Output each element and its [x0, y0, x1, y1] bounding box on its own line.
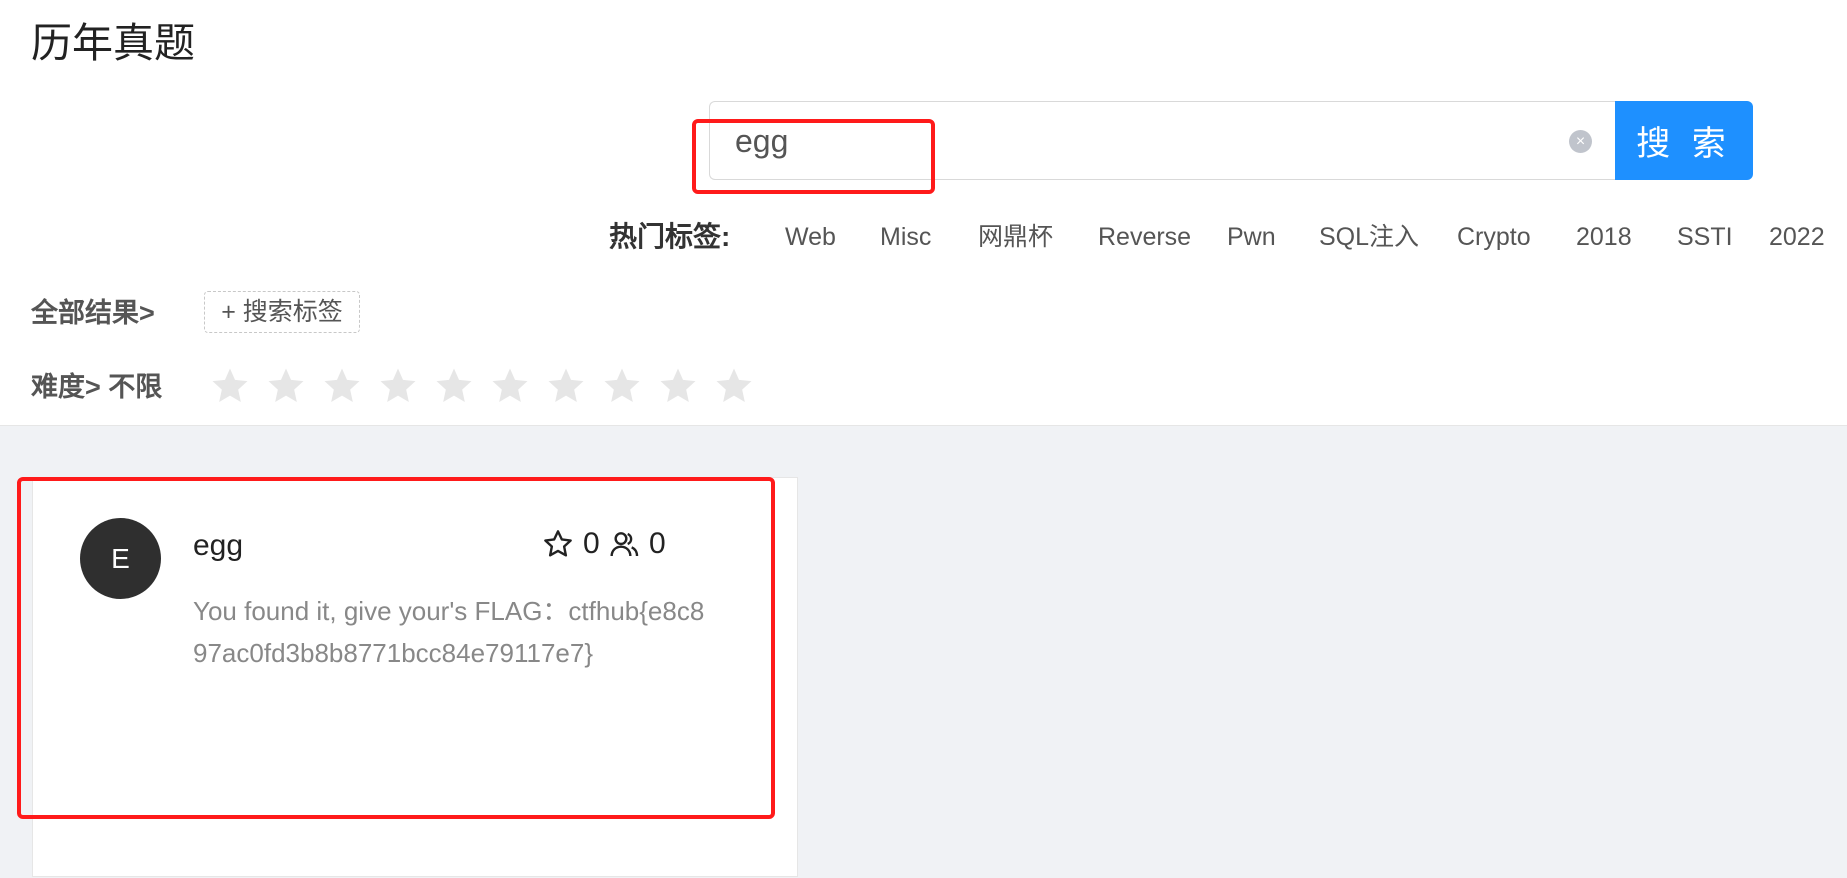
hot-tag-ssti[interactable]: SSTI [1677, 219, 1733, 255]
hot-tag-crypto[interactable]: Crypto [1457, 219, 1531, 255]
add-search-tag-button[interactable]: + 搜索标签 [204, 291, 360, 333]
page-title: 历年真题 [31, 20, 195, 66]
search-highlight-box [692, 119, 935, 194]
hot-tag-wangdingbei[interactable]: 网鼎杯 [978, 219, 1053, 255]
result-title[interactable]: egg [193, 526, 243, 566]
star-icon[interactable] [490, 366, 530, 406]
hot-tag-2018[interactable]: 2018 [1576, 219, 1632, 255]
users-icon [610, 532, 639, 557]
hot-tag-web[interactable]: Web [785, 219, 836, 255]
clear-icon[interactable]: × [1569, 130, 1592, 153]
avatar: E [80, 518, 161, 599]
star-outline-icon[interactable] [542, 528, 574, 560]
result-description: You found it, give your's FLAG：ctfhub{e8… [193, 596, 705, 668]
star-icon[interactable] [434, 366, 474, 406]
all-results-label[interactable]: 全部结果> [31, 295, 155, 331]
star-icon[interactable] [266, 366, 306, 406]
star-icon[interactable] [714, 366, 754, 406]
star-icon[interactable] [378, 366, 418, 406]
result-star-count: 0 [583, 527, 600, 560]
hot-tag-reverse[interactable]: Reverse [1098, 219, 1191, 255]
star-icon[interactable] [322, 366, 362, 406]
search-button[interactable]: 搜 索 [1615, 101, 1753, 180]
star-icon[interactable] [210, 366, 250, 406]
star-icon[interactable] [546, 366, 586, 406]
hot-tag-pwn[interactable]: Pwn [1227, 219, 1276, 255]
result-solver-count: 0 [649, 527, 666, 560]
header-panel: 历年真题 × 搜 索 热门标签: Web Misc 网鼎杯 Reverse Pw… [0, 0, 1847, 426]
difficulty-label: 难度> 不限 [31, 372, 163, 402]
star-icon[interactable] [602, 366, 642, 406]
hot-tag-misc[interactable]: Misc [880, 219, 931, 255]
star-icon[interactable] [658, 366, 698, 406]
hot-tag-2022[interactable]: 2022 [1769, 219, 1825, 255]
hot-tag-sqli[interactable]: SQL注入 [1319, 219, 1419, 255]
hot-tags-label: 热门标签: [609, 221, 731, 252]
